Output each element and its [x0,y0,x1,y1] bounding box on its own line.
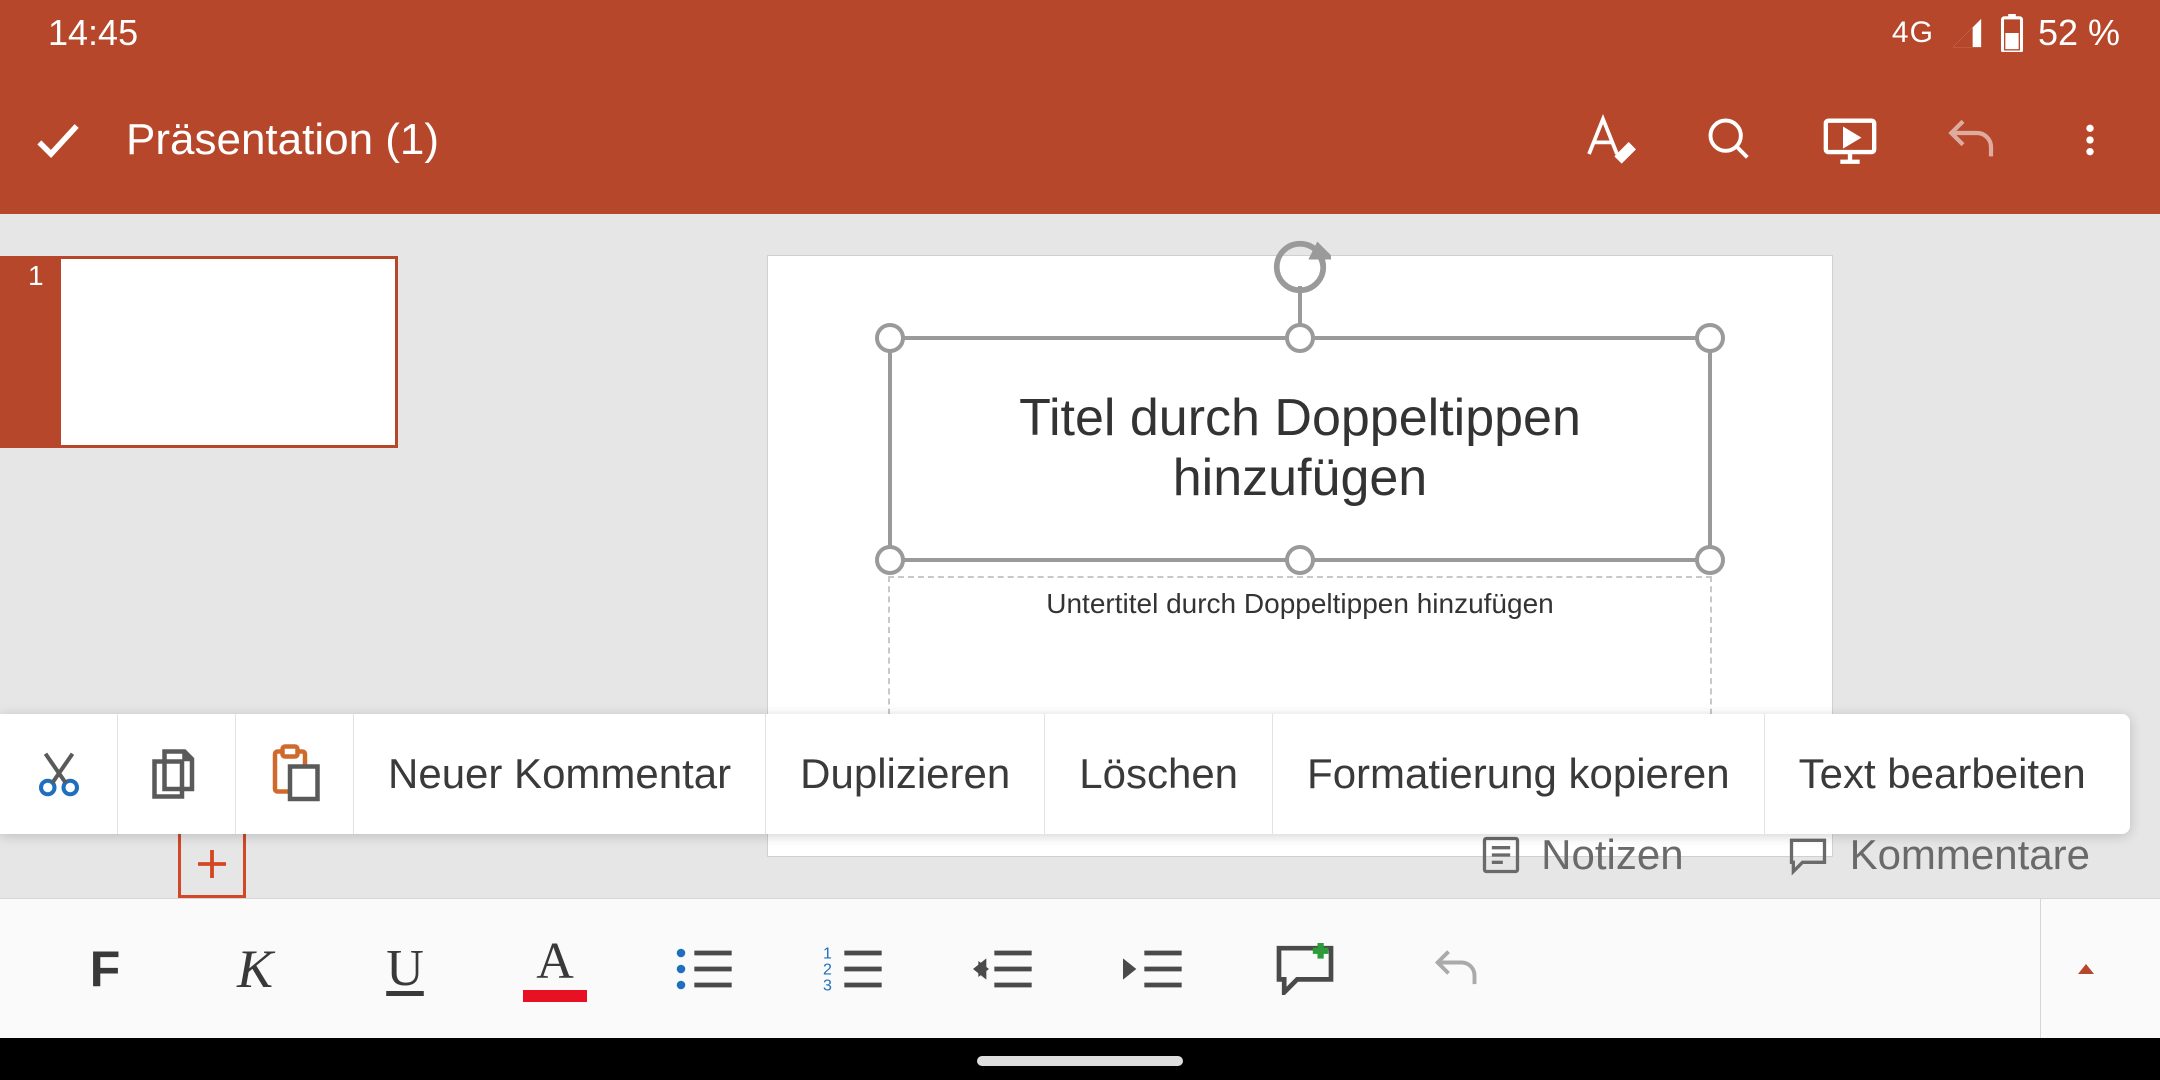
search-button[interactable] [1700,110,1760,170]
text-pen-icon [1582,112,1638,168]
svg-text:1: 1 [823,945,832,962]
clipboard-icon [265,742,325,806]
status-right: 4G 52 % [1892,12,2120,54]
indent-icon [1123,945,1187,993]
resize-handle-br[interactable] [1695,545,1725,575]
text-format-button[interactable] [1580,110,1640,170]
copy-icon [147,742,207,806]
thumb-number: 1 [20,256,58,448]
slide-thumb-1[interactable]: 1 [0,256,440,448]
copy-button[interactable] [118,714,236,834]
resize-handle-bl[interactable] [875,545,905,575]
bullet-list-button[interactable] [630,945,780,993]
add-comment-button[interactable] [1230,943,1380,995]
undo-button[interactable] [1940,110,2000,170]
check-icon [30,112,86,168]
numbered-list-button[interactable]: 123 [780,945,930,993]
thumb-preview [58,256,398,448]
resize-handle-tm[interactable] [1285,323,1315,353]
bold-button[interactable]: F [30,899,180,1038]
dots-vertical-icon [2070,116,2110,164]
outdent-icon [973,945,1037,993]
present-button[interactable] [1820,110,1880,170]
font-color-button[interactable]: A [480,899,630,1038]
search-icon [1704,114,1756,166]
font-color-swatch [523,990,587,1002]
resize-handle-bm[interactable] [1285,545,1315,575]
scissors-icon [32,742,86,806]
network-label: 4G [1892,16,1934,50]
notes-button[interactable]: Notizen [1479,831,1683,879]
more-button[interactable] [2060,110,2120,170]
numbered-list-icon: 123 [823,945,887,993]
italic-button[interactable]: K [180,899,330,1038]
comments-button[interactable]: Kommentare [1784,831,2090,879]
bullet-list-icon [673,945,737,993]
underline-button[interactable]: U [330,899,480,1038]
android-status-bar: 14:45 4G 52 % [0,0,2160,66]
undo-icon [1426,943,1484,995]
expand-format-button[interactable] [2040,899,2130,1038]
svg-text:3: 3 [823,977,832,993]
gesture-pill[interactable] [977,1056,1183,1066]
new-comment-button[interactable]: Neuer Kommentar [354,714,766,834]
undo-button-bottom[interactable] [1380,943,1530,995]
android-nav-bar [0,1038,2160,1080]
decrease-indent-button[interactable] [930,945,1080,993]
battery-icon [2000,14,2024,52]
signal-icon [1948,16,1986,50]
delete-button[interactable]: Löschen [1045,714,1273,834]
clock: 14:45 [48,12,138,54]
add-comment-icon [1273,943,1337,995]
context-menu: Neuer Kommentar Duplizieren Löschen Form… [0,714,2130,834]
undo-icon [1942,112,1998,168]
chevron-up-icon [2071,957,2101,981]
resize-handle-tl[interactable] [875,323,905,353]
comments-label: Kommentare [1850,831,2090,879]
increase-indent-button[interactable] [1080,945,1230,993]
resize-handle-tr[interactable] [1695,323,1725,353]
duplicate-button[interactable]: Duplizieren [766,714,1045,834]
title-placeholder-box[interactable]: Titel durch Doppeltippen hinzufügen [888,336,1712,562]
document-title[interactable]: Präsentation (1) [126,115,439,165]
edit-text-button[interactable]: Text bearbeiten [1765,714,2120,834]
present-icon [1821,111,1879,169]
done-button[interactable] [30,112,86,168]
app-header: Präsentation (1) [0,66,2160,214]
copy-format-button[interactable]: Formatierung kopieren [1273,714,1765,834]
subtitle-placeholder-text: Untertitel durch Doppeltippen hinzufügen [890,588,1710,620]
thumb-selection-bar [0,256,20,448]
notes-label: Notizen [1541,831,1683,879]
font-color-letter: A [536,936,574,988]
paste-button[interactable] [236,714,354,834]
cut-button[interactable] [0,714,118,834]
svg-text:2: 2 [823,961,832,978]
notes-icon [1479,833,1523,877]
title-placeholder-text: Titel durch Doppeltippen hinzufügen [892,389,1708,509]
battery-percent: 52 % [2038,12,2120,54]
comments-icon [1784,833,1832,877]
bottom-format-bar: F K U A 123 [0,898,2160,1038]
